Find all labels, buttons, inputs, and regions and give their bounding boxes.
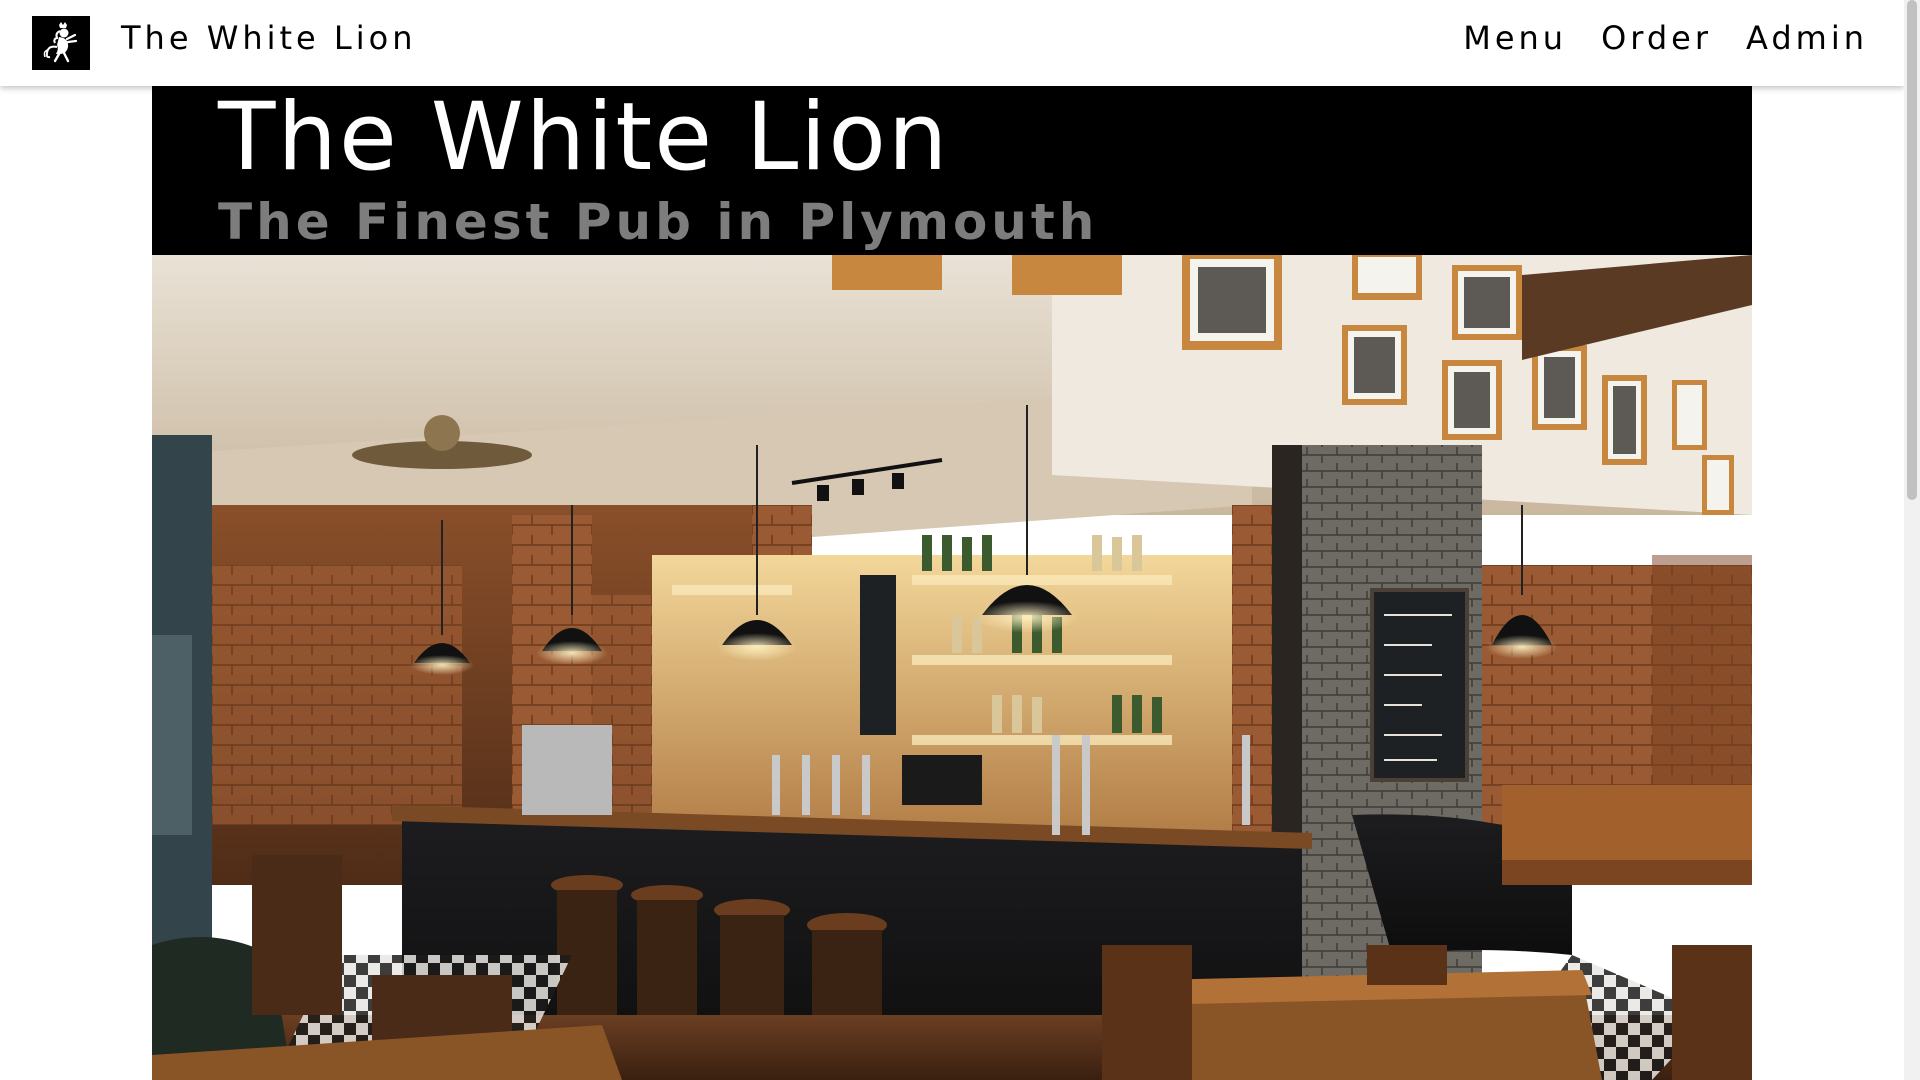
top-navbar: The White Lion Menu Order Admin	[0, 0, 1904, 86]
nav-links: Menu Order Admin	[1463, 18, 1868, 58]
lion-logo-graphic	[43, 22, 78, 63]
brand-link[interactable]: The White Lion	[121, 18, 416, 58]
hero-subtitle: The Finest Pub in Plymouth	[218, 193, 1099, 251]
scrollbar-thumb[interactable]	[1907, 0, 1917, 500]
pub-interior-photo	[152, 255, 1752, 1080]
hero-header: The White Lion The Finest Pub in Plymout…	[152, 83, 1752, 255]
nav-link-order[interactable]: Order	[1601, 18, 1712, 58]
hero-title: The White Lion	[218, 83, 950, 192]
lion-icon[interactable]	[32, 16, 90, 70]
page-scrollbar[interactable]	[1904, 0, 1920, 1080]
nav-link-admin[interactable]: Admin	[1746, 18, 1868, 58]
nav-link-menu[interactable]: Menu	[1463, 18, 1567, 58]
